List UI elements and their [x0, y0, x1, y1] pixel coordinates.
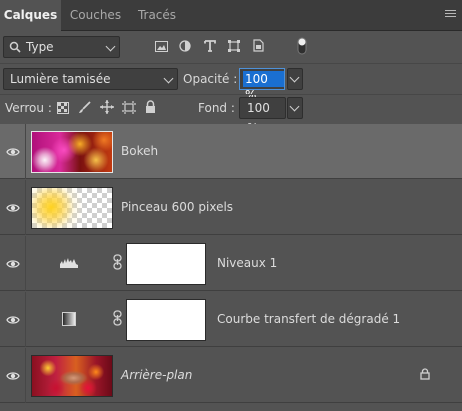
- tab-couches[interactable]: Couches: [61, 0, 130, 31]
- chevron-down-icon: [163, 73, 174, 84]
- type-filter-icon[interactable]: [204, 40, 216, 52]
- layer-name: Arrière-plan: [121, 368, 193, 382]
- lock-label: Verrou :: [5, 101, 52, 115]
- gradient-map-adjustment-icon[interactable]: [62, 312, 76, 326]
- lock-artboard-icon[interactable]: [122, 101, 136, 114]
- panel-tab-bar: Calques Couches Tracés: [0, 0, 462, 31]
- fill-label: Fond :: [198, 101, 235, 115]
- tab-traces[interactable]: Tracés: [130, 0, 184, 31]
- lock-options-bar: Verrou : Fond : 100 %: [0, 94, 462, 135]
- adjustment-filter-icon[interactable]: [179, 40, 191, 52]
- layer-row-pinceau[interactable]: Pinceau 600 pixels: [0, 180, 462, 235]
- search-icon: [9, 41, 21, 53]
- panel-menu-icon[interactable]: [445, 10, 456, 19]
- eye-icon[interactable]: [6, 201, 20, 215]
- opacity-value: 100 %: [243, 71, 284, 102]
- shape-filter-icon[interactable]: [228, 40, 240, 52]
- chevron-down-icon: [289, 72, 300, 83]
- layer-filter-bar: Type: [0, 32, 462, 62]
- lock-move-icon[interactable]: [100, 100, 114, 114]
- smart-object-filter-icon[interactable]: [253, 39, 264, 52]
- layer-thumbnail: [31, 187, 113, 229]
- chevron-down-icon: [289, 101, 300, 112]
- blend-mode-dropdown[interactable]: Lumière tamisée: [3, 68, 178, 90]
- layer-lock-icon[interactable]: [420, 368, 430, 380]
- chevron-down-icon: [105, 41, 116, 52]
- layer-row-gradient-map[interactable]: Courbe transfert de dégradé 1: [0, 292, 462, 347]
- layer-mask-thumbnail[interactable]: [126, 243, 206, 285]
- fill-input[interactable]: 100 %: [239, 97, 286, 135]
- layer-name: Pinceau 600 pixels: [121, 200, 234, 214]
- eye-icon[interactable]: [6, 313, 20, 327]
- layer-row-bokeh[interactable]: Bokeh: [0, 124, 462, 179]
- filter-kind-label: Type: [26, 40, 54, 54]
- opacity-input[interactable]: 100 %: [239, 68, 285, 102]
- layer-name: Niveaux 1: [217, 256, 278, 270]
- layer-thumbnail: [31, 131, 113, 173]
- tab-calques[interactable]: Calques: [0, 0, 61, 31]
- lock-transparent-icon[interactable]: [57, 102, 69, 114]
- filter-toggle-icon[interactable]: [297, 37, 307, 55]
- layer-mask-thumbnail[interactable]: [126, 299, 206, 341]
- opacity-label: Opacité :: [183, 72, 238, 86]
- filter-kind-dropdown[interactable]: Type: [3, 36, 120, 58]
- eye-icon[interactable]: [6, 145, 20, 159]
- lock-paint-icon[interactable]: [78, 101, 91, 114]
- lock-all-icon[interactable]: [145, 100, 156, 114]
- layer-row-background[interactable]: Arrière-plan: [0, 348, 462, 403]
- mask-link-icon[interactable]: [113, 254, 122, 270]
- layer-thumbnail: [31, 355, 113, 397]
- opacity-slider-button[interactable]: [287, 68, 303, 90]
- pixel-filter-icon[interactable]: [155, 41, 168, 52]
- layers-list: Bokeh Pinceau 600 pixels Niveaux 1 Courb…: [0, 124, 462, 411]
- mask-link-icon[interactable]: [113, 310, 122, 326]
- blend-mode-label: Lumière tamisée: [10, 72, 111, 86]
- eye-icon[interactable]: [6, 257, 20, 271]
- fill-slider-button[interactable]: [287, 97, 303, 119]
- blend-options-bar: Lumière tamisée Opacité : 100 %: [0, 63, 462, 102]
- layer-name: Bokeh: [121, 144, 159, 158]
- eye-icon[interactable]: [6, 369, 20, 383]
- layer-name: Courbe transfert de dégradé 1: [217, 312, 401, 326]
- layer-row-niveaux[interactable]: Niveaux 1: [0, 236, 462, 291]
- levels-adjustment-icon[interactable]: [60, 256, 78, 268]
